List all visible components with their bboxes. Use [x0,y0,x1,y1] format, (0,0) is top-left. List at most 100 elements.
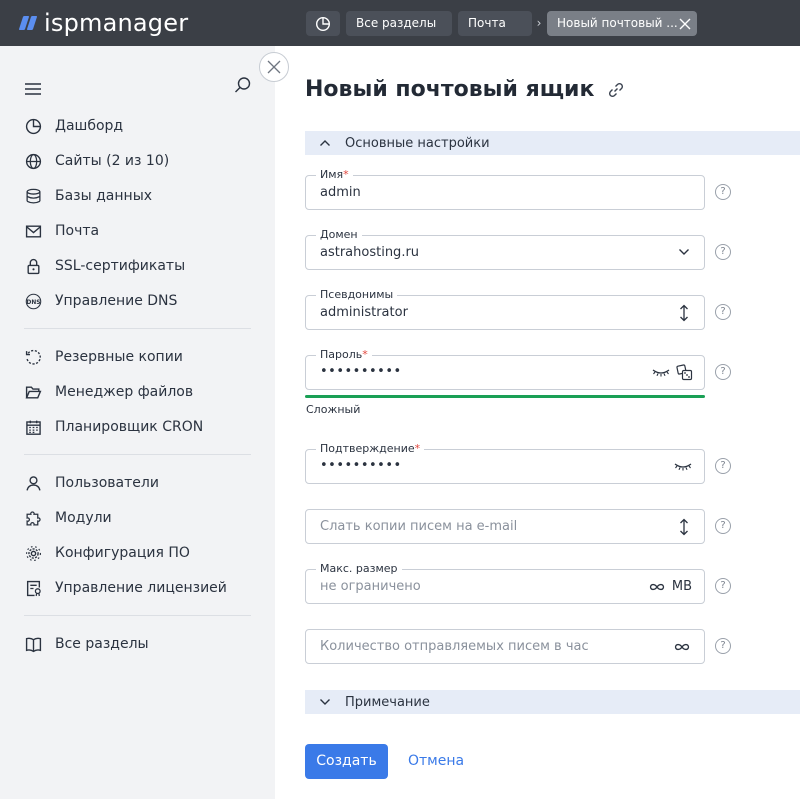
help-icon[interactable]: ? [715,458,731,474]
section-main-settings[interactable]: Основные настройки [305,131,800,155]
sidebar-item-label: Сайты (2 из 10) [55,153,170,169]
sidebar-item-software-config[interactable]: Конфигурация ПО [0,538,275,568]
field-value: •••••••••• [320,364,402,379]
sidebar-item-cron[interactable]: Планировщик CRON [0,412,275,442]
book-icon [24,635,42,653]
breadcrumb-current[interactable]: Новый почтовый ... [547,11,697,36]
field-label: Подтверждение* [316,442,425,456]
logo-mark-icon [18,16,38,30]
mail-icon [24,222,42,240]
close-tab-button[interactable] [677,11,693,36]
sidebar-item-modules[interactable]: Модули [0,503,275,533]
svg-text:DNS: DNS [26,299,40,305]
field-value: •••••••••• [320,458,402,473]
breadcrumb-mail[interactable]: Почта [458,11,532,36]
name-field[interactable]: Имя* admin [305,168,705,210]
sidebar-item-label: Почта [55,223,100,239]
size-unit: MB [671,579,692,594]
sidebar-item-mail[interactable]: Почта [0,216,275,246]
expand-icon[interactable] [679,304,689,322]
section-note[interactable]: Примечание [305,690,800,714]
field-placeholder: не ограничено [320,579,421,594]
chevron-down-icon [317,694,333,710]
backup-icon [24,348,42,366]
generate-password-icon[interactable] [676,364,693,381]
infinity-icon[interactable] [674,643,690,651]
infinity-icon[interactable] [649,583,665,591]
field-placeholder: Количество отправляемых писем в час [320,639,589,654]
license-icon [24,579,42,597]
lock-icon [24,257,42,275]
eye-closed-icon[interactable] [652,368,670,378]
cancel-button[interactable]: Отмена [408,744,464,779]
copy-email-field[interactable]: Слать копии писем на e-mail [305,509,705,544]
password-strength-bar [305,395,705,398]
field-label: Имя* [316,168,353,182]
sidebar-item-dashboard[interactable]: Дашборд [0,111,275,141]
aliases-field[interactable]: Псевдонимы administrator [305,288,705,330]
sidebar-item-label: Базы данных [55,188,153,204]
menu-toggle-button[interactable] [25,80,41,99]
app-logo[interactable]: ispmanager [18,8,189,38]
sidebar-item-ssl[interactable]: SSL-сертификаты [0,251,275,281]
sidebar-item-license[interactable]: Управление лицензией [0,573,275,603]
help-icon[interactable]: ? [715,244,731,260]
sidebar-item-label: Дашборд [55,118,124,134]
breadcrumb-all-sections[interactable]: Все разделы [346,11,452,36]
puzzle-icon [24,509,42,527]
sidebar-item-label: Планировщик CRON [55,419,204,435]
calendar-icon [24,418,42,436]
help-icon[interactable]: ? [715,184,731,200]
link-icon [608,82,624,98]
sidebar-item-dns[interactable]: DNS Управление DNS [0,286,275,316]
field-value: admin [320,185,361,200]
domain-select[interactable]: Домен astrahosting.ru [305,228,705,270]
sidebar-item-sites[interactable]: Сайты (2 из 10) [0,146,275,176]
sidebar-divider [24,454,251,455]
chevron-up-icon [317,135,333,151]
breadcrumb-current-label: Новый почтовый ... [557,16,678,30]
sidebar-search-button[interactable] [234,76,252,98]
field-label: Макс. размер [316,562,402,576]
sidebar-item-users[interactable]: Пользователи [0,468,275,498]
copy-link-button[interactable] [607,81,625,103]
sidebar-item-label: Все разделы [55,636,149,652]
password-strength-label: Сложный [306,403,361,416]
confirm-password-field[interactable]: Подтверждение* •••••••••• [305,442,705,484]
expand-icon[interactable] [679,518,689,536]
sidebar-item-label: Конфигурация ПО [55,545,190,561]
globe-icon [24,152,42,170]
dashboard-icon [24,117,42,135]
help-icon[interactable]: ? [715,638,731,654]
create-button[interactable]: Создать [305,744,388,779]
help-icon[interactable]: ? [715,578,731,594]
logo-text: ispmanager [44,9,189,37]
send-limit-field[interactable]: Количество отправляемых писем в час [305,629,705,664]
database-icon [24,187,42,205]
password-field[interactable]: Пароль* •••••••••• [305,348,705,390]
sidebar-item-backups[interactable]: Резервные копии [0,342,275,372]
help-icon[interactable]: ? [715,518,731,534]
help-icon[interactable]: ? [715,304,731,320]
search-icon [235,77,251,93]
field-placeholder: Слать копии писем на e-mail [320,519,518,534]
field-label: Домен [316,228,362,242]
top-bar: ispmanager Все разделы Почта › Новый поч… [0,0,800,46]
hamburger-icon [25,83,41,95]
sidebar-item-label: Модули [55,510,112,526]
breadcrumb-home[interactable] [306,11,340,36]
gear-icon [24,544,42,562]
eye-closed-icon[interactable] [674,462,692,472]
sidebar-item-all-sections[interactable]: Все разделы [0,629,275,659]
sidebar-collapse-button[interactable] [259,52,289,82]
section-label: Примечание [345,694,430,710]
sidebar-item-databases[interactable]: Базы данных [0,181,275,211]
sidebar-item-label: Управление лицензией [55,580,227,596]
help-icon[interactable]: ? [715,364,731,380]
close-icon [267,60,281,74]
field-value: astrahosting.ru [320,245,420,260]
field-label: Псевдонимы [316,288,398,302]
sidebar-item-label: Резервные копии [55,349,183,365]
sidebar-item-file-manager[interactable]: Менеджер файлов [0,377,275,407]
max-size-field[interactable]: Макс. размер не ограничено MB [305,562,705,604]
